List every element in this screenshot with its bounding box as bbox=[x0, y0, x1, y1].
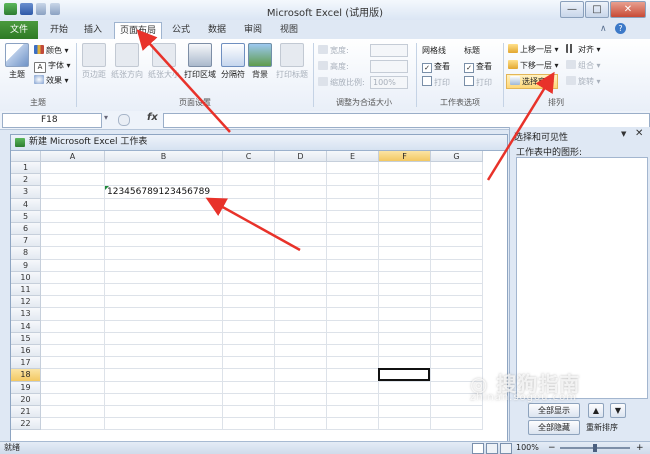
arrow-to-page-layout-tab bbox=[136, 29, 231, 133]
arrow-to-cell-b3 bbox=[205, 197, 301, 252]
watermark-logo-sub: zhinan.sogou.com bbox=[470, 392, 578, 403]
arrow-to-selection-pane bbox=[486, 71, 555, 181]
